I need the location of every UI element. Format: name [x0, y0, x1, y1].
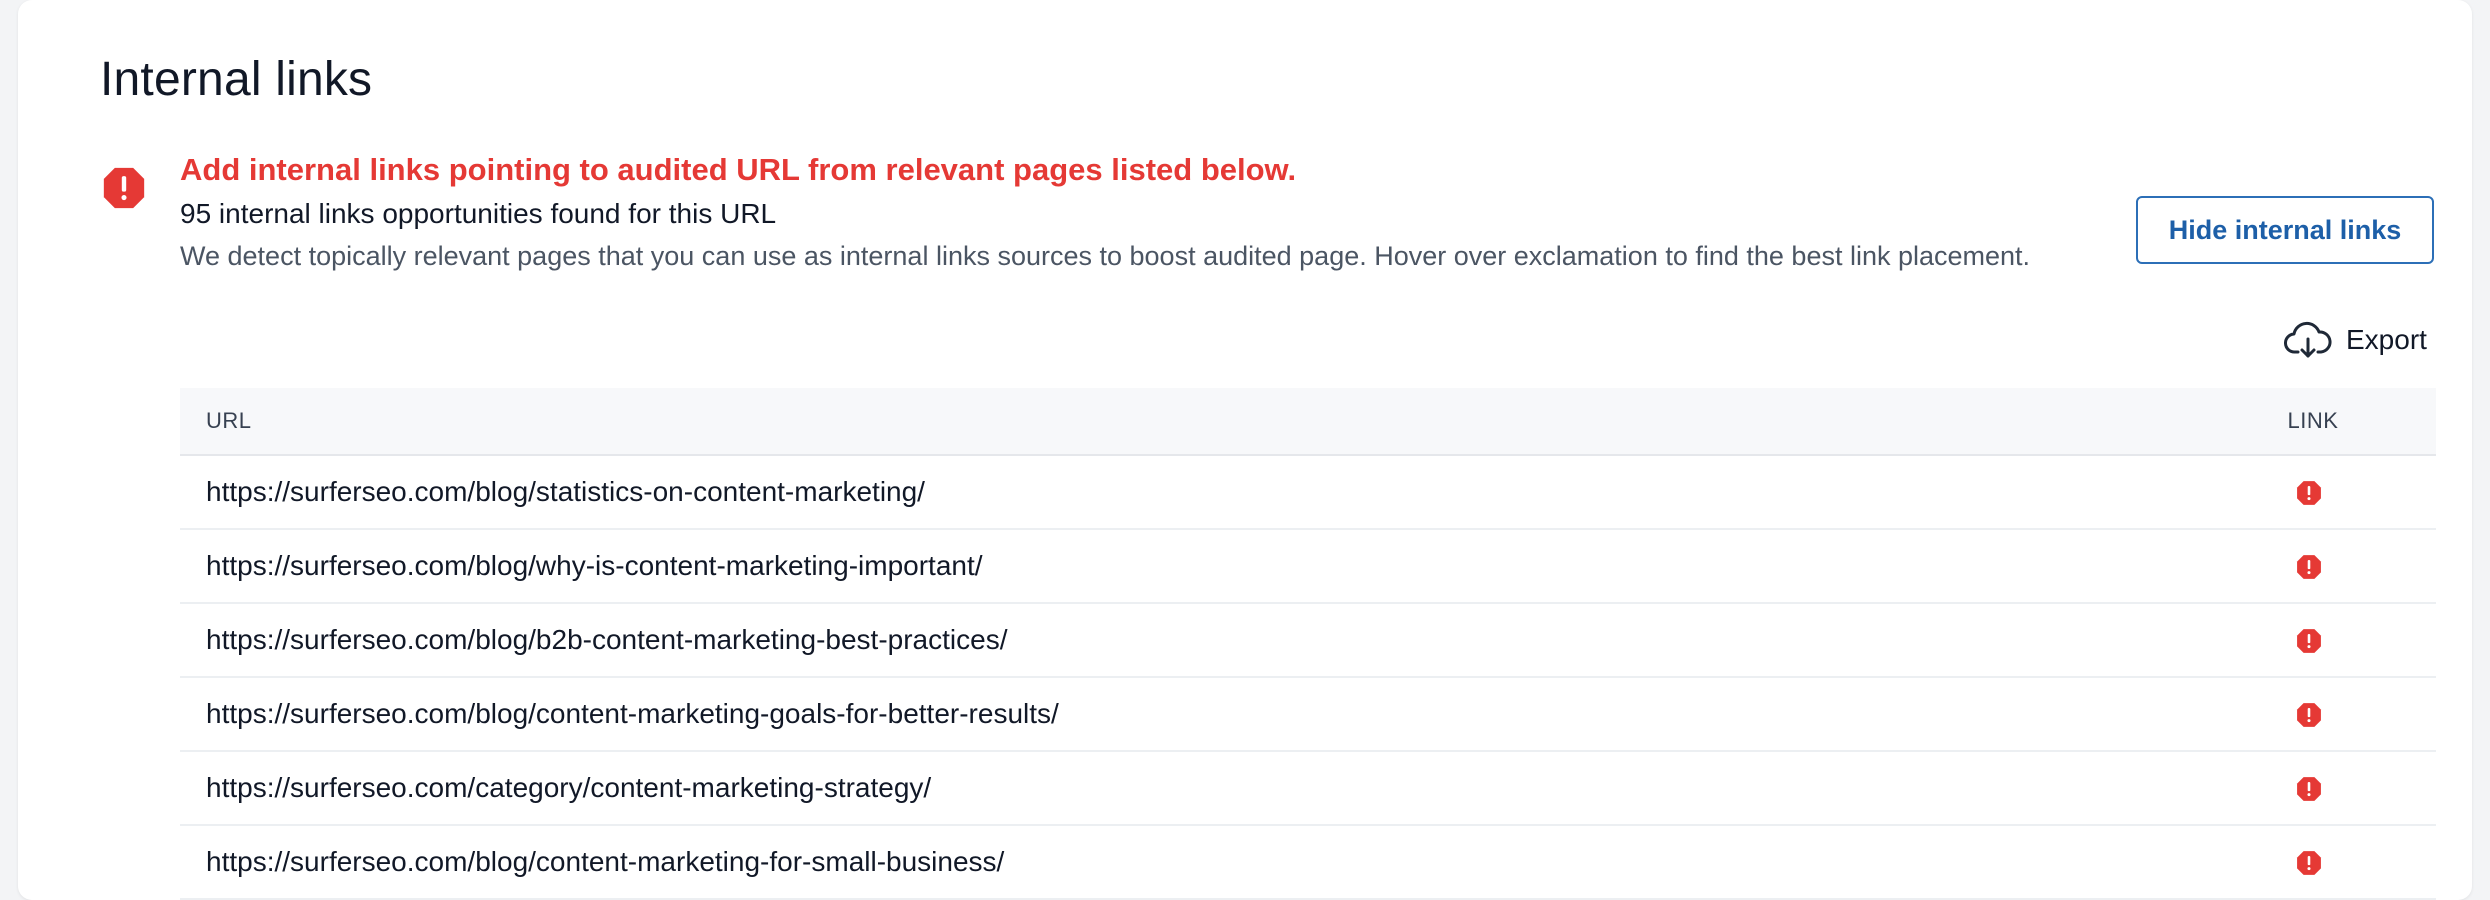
page-title: Internal links — [100, 53, 373, 106]
table-row: https://surferseo.com/blog/why-is-conten… — [180, 530, 2436, 604]
row-url: https://surferseo.com/blog/content-marke… — [206, 698, 1059, 729]
column-header-link: LINK — [2287, 408, 2339, 433]
table-row: https://surferseo.com/blog/content-marke… — [180, 826, 2436, 900]
row-url: https://surferseo.com/blog/statistics-on… — [206, 476, 925, 507]
alert-description: We detect topically relevant pages that … — [180, 241, 2031, 271]
column-header-url: URL — [206, 408, 252, 433]
hide-internal-links-button[interactable]: Hide internal links — [2136, 196, 2434, 264]
alert-octagon-icon[interactable] — [2296, 554, 2322, 580]
cloud-download-icon — [2284, 321, 2332, 358]
internal-links-table: URL LINK https://surferseo.com/blog/stat… — [180, 388, 2436, 900]
alert-octagon-icon — [103, 167, 145, 209]
opportunities-count: 95 internal links opportunities found fo… — [180, 198, 777, 229]
alert-octagon-icon[interactable] — [2296, 850, 2322, 876]
alert-octagon-icon[interactable] — [2296, 628, 2322, 654]
alert-octagon-icon[interactable] — [2296, 776, 2322, 802]
alert-octagon-icon[interactable] — [2296, 702, 2322, 728]
alert-octagon-icon[interactable] — [2296, 480, 2322, 506]
internal-links-card: Internal links Add internal links pointi… — [18, 0, 2472, 900]
table-row: https://surferseo.com/blog/statistics-on… — [180, 456, 2436, 530]
alert-headline: Add internal links pointing to audited U… — [180, 152, 1297, 187]
row-url: https://surferseo.com/blog/why-is-conten… — [206, 550, 983, 581]
export-button[interactable]: Export — [2284, 318, 2427, 362]
table-row: https://surferseo.com/category/content-m… — [180, 752, 2436, 826]
row-url: https://surferseo.com/blog/b2b-content-m… — [206, 624, 1008, 655]
table-header: URL LINK — [180, 388, 2436, 456]
table-row: https://surferseo.com/blog/b2b-content-m… — [180, 604, 2436, 678]
row-url: https://surferseo.com/category/content-m… — [206, 772, 932, 803]
export-label: Export — [2346, 324, 2427, 355]
row-url: https://surferseo.com/blog/content-marke… — [206, 846, 1005, 877]
table-row: https://surferseo.com/blog/content-marke… — [180, 678, 2436, 752]
